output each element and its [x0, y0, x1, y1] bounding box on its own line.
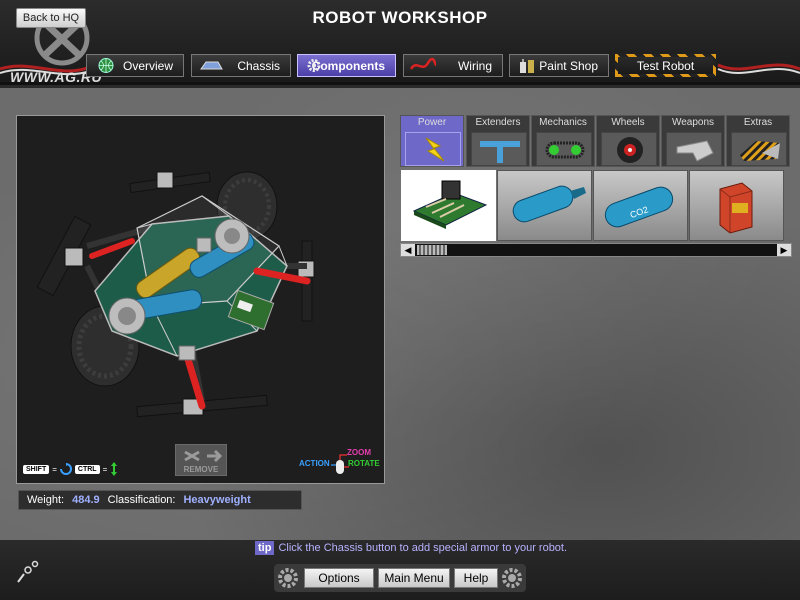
- category-extras[interactable]: Extras: [726, 115, 790, 167]
- category-power-label: Power: [417, 117, 447, 128]
- part-co2-tank[interactable]: CO2: [593, 170, 688, 241]
- tab-chassis[interactable]: Chassis: [191, 54, 291, 77]
- options-button[interactable]: Options: [304, 568, 374, 588]
- mouse-controls-hint: ACTION ZOOM ROTATE: [299, 448, 383, 478]
- main-menu-button[interactable]: Main Menu: [378, 568, 450, 588]
- category-extras-label: Extras: [743, 117, 773, 128]
- category-extenders-label: Extenders: [475, 117, 521, 128]
- tab-paint-shop[interactable]: Paint Shop: [509, 54, 609, 77]
- classification-value: Heavyweight: [183, 494, 251, 506]
- scroll-thumb[interactable]: [417, 245, 447, 255]
- back-to-hq-button[interactable]: Back to HQ: [16, 8, 86, 28]
- scroll-left-icon[interactable]: ◀: [401, 244, 415, 256]
- tab-wiring[interactable]: Wiring: [403, 54, 503, 77]
- page-title: ROBOT WORKSHOP: [312, 8, 488, 27]
- extender-icon: [471, 132, 527, 166]
- control-hints: SHIFT = CTRL =: [23, 462, 118, 476]
- part-fuel-box[interactable]: [689, 170, 784, 241]
- robot-stats-bar: Weight: 484.9 Classification: Heavyweigh…: [18, 490, 302, 510]
- tab-wiring-label: Wiring: [457, 58, 492, 73]
- vertical-arrow-icon: [111, 462, 118, 476]
- battery-cylinder-icon: [512, 185, 586, 223]
- shift-equals: =: [52, 464, 57, 474]
- main-menu-strip: Options Main Menu Help: [274, 564, 526, 592]
- cursor-icon: [17, 560, 39, 583]
- circuit-board-icon: [412, 180, 488, 229]
- armor-icon: [731, 132, 787, 166]
- shift-key-label: SHIFT: [23, 464, 50, 474]
- ctrl-key-label: CTRL: [74, 464, 100, 474]
- robot-3d-viewport[interactable]: SHIFT = CTRL = REMOVE ACTION ZOOM ROTATE: [16, 115, 385, 484]
- parts-panel: Power Extenders Mechanics Wheels Weapons…: [400, 115, 792, 260]
- mouse-zoom-label: ZOOM: [347, 448, 371, 457]
- part-battery-cylinder[interactable]: [497, 170, 592, 241]
- remove-label: REMOVE: [183, 465, 219, 474]
- category-weapons[interactable]: Weapons: [661, 115, 725, 167]
- tip-line: tip Click the Chassis button to add spec…: [255, 541, 567, 555]
- mouse-action-label: ACTION: [299, 459, 330, 468]
- tab-chassis-label: Chassis: [237, 58, 280, 73]
- wheel-icon: [601, 132, 657, 166]
- category-extenders[interactable]: Extenders: [466, 115, 530, 167]
- tab-paint-shop-label: Paint Shop: [539, 58, 598, 73]
- category-power[interactable]: Power: [400, 115, 464, 167]
- tip-text: Click the Chassis button to add special …: [278, 542, 568, 554]
- wire-icon: [410, 57, 436, 70]
- lightning-icon: [405, 132, 461, 166]
- tab-components[interactable]: Components: [297, 54, 396, 77]
- category-mechanics[interactable]: Mechanics: [531, 115, 595, 167]
- rotate-arrow-icon: [59, 463, 72, 475]
- globe-icon: [98, 58, 114, 73]
- remove-part-button[interactable]: REMOVE: [175, 444, 227, 476]
- gear-left-icon: [278, 568, 298, 588]
- tab-overview-label: Overview: [122, 58, 173, 73]
- category-wheels-label: Wheels: [611, 117, 645, 128]
- weight-value: 484.9: [72, 494, 100, 506]
- weight-label: Weight:: [27, 494, 65, 506]
- category-weapons-label: Weapons: [671, 117, 715, 128]
- chassis-icon: [200, 61, 223, 70]
- co2-tank-icon: CO2: [604, 186, 674, 228]
- remove-tool-icon: [184, 449, 223, 463]
- ctrl-equals: =: [102, 464, 108, 474]
- mouse-rotate-label: ROTATE: [348, 459, 380, 468]
- tab-overview[interactable]: Overview: [86, 54, 184, 77]
- robot-model[interactable]: [17, 116, 386, 485]
- gear-icon: [307, 59, 321, 72]
- classification-label: Classification:: [107, 494, 176, 506]
- category-wheels[interactable]: Wheels: [596, 115, 660, 167]
- category-mechanics-label: Mechanics: [539, 117, 587, 128]
- tab-test-robot[interactable]: Test Robot: [615, 54, 716, 77]
- part-circuit-board[interactable]: [401, 170, 496, 241]
- help-button[interactable]: Help: [454, 568, 498, 588]
- parts-scrollbar[interactable]: ◀ ▶: [400, 243, 792, 257]
- fuel-box-icon: [719, 182, 753, 234]
- tip-badge: tip: [255, 541, 275, 555]
- blade-icon: [666, 132, 722, 166]
- chain-gear-icon: [536, 132, 592, 166]
- gear-right-icon: [502, 568, 522, 588]
- scroll-right-icon[interactable]: ▶: [777, 244, 791, 256]
- tab-test-robot-label: Test Robot: [636, 58, 695, 73]
- paint-cans-icon: [520, 59, 534, 73]
